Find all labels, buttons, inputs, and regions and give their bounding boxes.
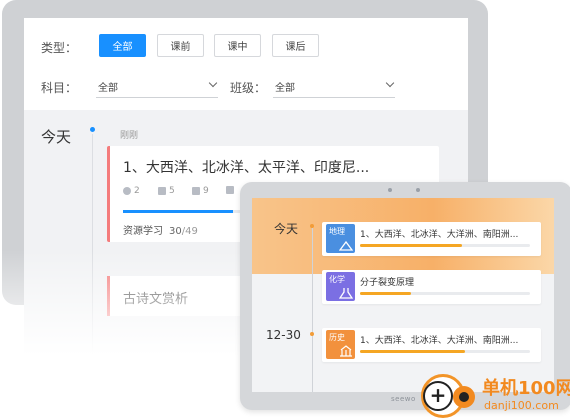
meta-documents: 5 — [158, 186, 175, 196]
task-icon — [226, 186, 234, 194]
timeline-line — [92, 134, 93, 394]
activity-card-2-title: 古诗文赏析 — [123, 292, 189, 307]
meta-participants: 2 — [123, 186, 140, 196]
tablet-lesson-progress-fill — [360, 350, 465, 353]
subject-select-value: 全部 — [98, 83, 118, 94]
chevron-down-icon — [208, 78, 218, 88]
tablet-brand: seewo — [391, 395, 416, 403]
activity-footer-label: 资源学习 — [123, 226, 163, 237]
timeline-time-label: 刚刚 — [120, 131, 139, 141]
tablet-timeline-dot — [310, 224, 314, 228]
class-select[interactable]: 全部 — [273, 76, 395, 98]
activity-footer: 资源学习 30/49 — [123, 222, 198, 237]
subject-tag: 地理 — [329, 227, 345, 236]
tablet-lesson-progress-fill — [360, 292, 411, 295]
activity-progress-fill — [123, 210, 233, 213]
group-icon — [123, 187, 131, 195]
tablet-lesson-title: 1、大西洋、北冰洋、大洋洲、南阳洲... — [360, 336, 519, 346]
meta-images: 9 — [192, 186, 209, 196]
tablet-lesson-card[interactable]: 地理 1、大西洋、北冰洋、大洋洲、南阳洲... — [322, 222, 541, 256]
tablet-timeline-line — [312, 228, 313, 392]
subject-tag: 历史 — [329, 333, 345, 342]
chevron-down-icon — [385, 78, 395, 88]
meta-documents-count: 5 — [169, 186, 175, 196]
document-icon — [158, 187, 166, 195]
tablet-lesson-title: 1、大西洋、北冰洋、大洋洲、南阳洲... — [360, 230, 519, 240]
timeline-day-label: 今天 — [41, 128, 72, 146]
tablet-lesson-progress — [360, 350, 530, 353]
tablet-lesson-card[interactable]: 历史 1、大西洋、北冰洋、大洋洲、南阳洲... — [322, 328, 541, 362]
tablet-lesson-card[interactable]: 化学 分子裂变原理 — [322, 270, 541, 304]
activity-count: 30 — [169, 226, 182, 237]
tablet-lesson-progress — [360, 292, 530, 295]
activity-card-title: 1、大西洋、北冰洋、太平洋、印度尼... — [123, 160, 370, 176]
type-filter-before-class-button[interactable]: 课前 — [157, 34, 204, 57]
geography-subject-icon: 地理 — [326, 224, 355, 253]
tablet-timeline-dot — [310, 332, 314, 336]
history-subject-icon: 历史 — [326, 330, 355, 359]
tablet-camera — [416, 188, 420, 192]
tablet-lesson-progress-fill — [360, 244, 462, 247]
type-filter-after-class-button[interactable]: 课后 — [272, 34, 319, 57]
meta-participants-count: 2 — [134, 186, 140, 196]
site-name: 单机100网 — [482, 378, 570, 399]
meta-images-count: 9 — [203, 186, 209, 196]
site-url: danji100.com — [484, 399, 559, 412]
type-filter-in-class-button[interactable]: 课中 — [214, 34, 261, 57]
tablet-lesson-title: 分子裂变原理 — [360, 278, 415, 288]
class-select-value: 全部 — [275, 83, 295, 94]
chemistry-subject-icon: 化学 — [326, 272, 355, 301]
timeline-dot — [90, 127, 95, 132]
meta-tasks — [226, 186, 234, 194]
subject-tag: 化学 — [329, 275, 345, 284]
filter-panel: 类型： 全部 课前 课中 课后 科目： 全部 班级： 全部 — [24, 18, 468, 110]
tablet-lesson-progress — [360, 244, 530, 247]
type-label: 类型： — [41, 41, 78, 55]
tablet-day-label: 今天 — [274, 222, 299, 236]
subject-label: 科目： — [41, 81, 78, 95]
tablet-day-label: 12-30 — [266, 328, 301, 342]
tablet-screen: 今天 地理 1、大西洋、北冰洋、大洋洲、南阳洲... 化学 分子裂变原理 12-… — [252, 198, 554, 392]
subject-select[interactable]: 全部 — [96, 76, 218, 98]
type-filter-all-button[interactable]: 全部 — [99, 34, 146, 57]
logo-dot-icon — [453, 386, 475, 408]
class-label: 班级： — [230, 81, 267, 95]
tablet-sensor — [388, 188, 392, 192]
plus-logo-icon: + — [423, 381, 453, 411]
activity-total: /49 — [181, 226, 198, 237]
image-icon — [192, 187, 200, 195]
